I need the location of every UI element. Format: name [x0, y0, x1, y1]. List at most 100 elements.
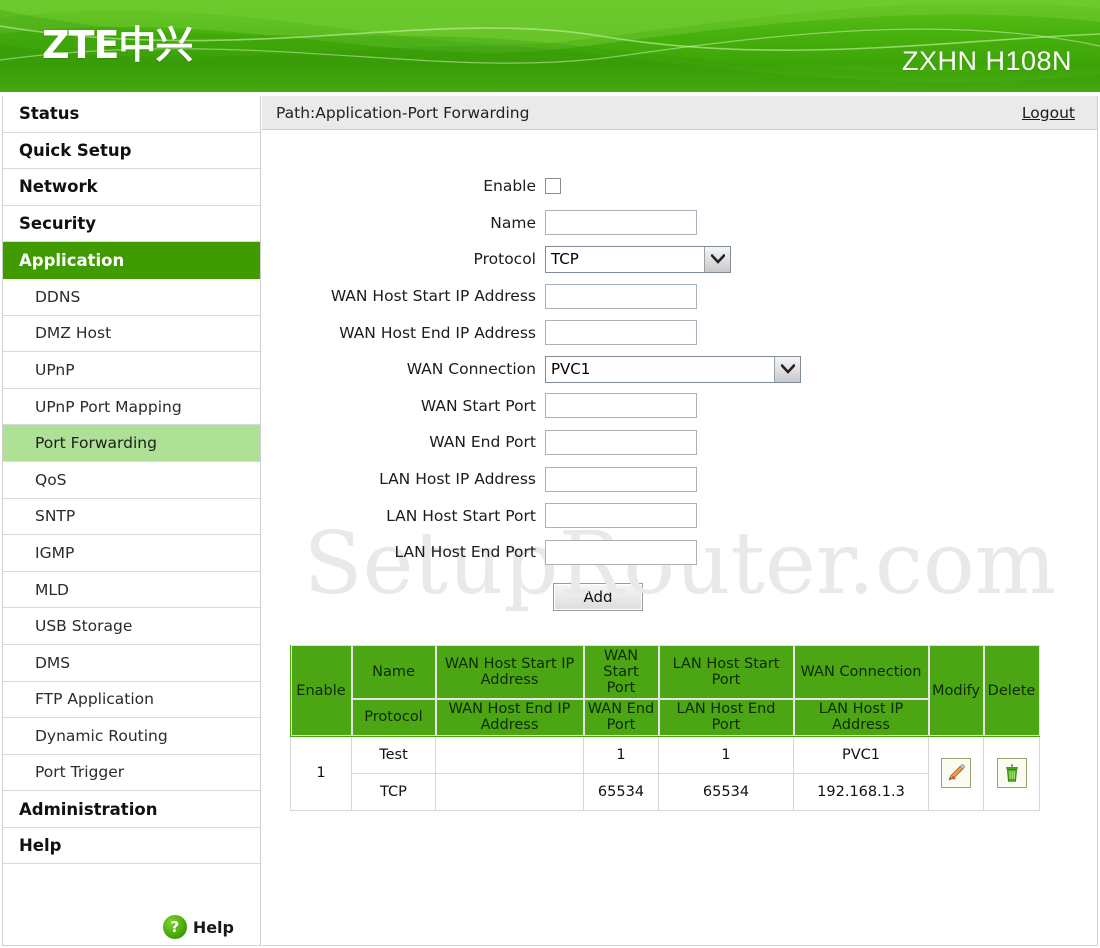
sidebar-item-label: DDNS — [35, 287, 81, 306]
port-forwarding-form: Enable Name Protocol TCP WAN Host Start IP A… — [262, 130, 1097, 571]
cell-wan-end-port: 65534 — [583, 772, 659, 811]
form-row-wan-host-start-ip-address: WAN Host Start IP Address — [262, 278, 1097, 315]
form-row-wan-end-port: WAN End Port — [262, 424, 1097, 461]
router-admin-page: ZTE中兴 ZXHN H108N Status Quick Setup Networ… — [0, 0, 1100, 948]
sidebar-item-status[interactable]: Status — [3, 96, 260, 133]
wan-start-port-input[interactable] — [545, 393, 697, 419]
header-enable: Enable — [290, 644, 352, 737]
form-row-name: Name — [262, 205, 1097, 242]
lan-host-start-port-input[interactable] — [545, 503, 697, 529]
delete-cell — [983, 735, 1040, 811]
port-forwarding-table: Enable Name WAN Host Start IP Address WA… — [290, 644, 1040, 811]
sidebar-item-label: DMS — [35, 653, 71, 672]
sidebar-item-label: FTP Application — [35, 690, 154, 709]
lan-host-end-port-input[interactable] — [545, 539, 697, 565]
control-wrap-lan-host-end-port — [545, 539, 697, 565]
sidebar-item-list: Status Quick Setup Network Security Applicat… — [3, 96, 260, 905]
control-wrap-wan-host-start-ip-address — [545, 283, 697, 309]
port-forwarding-table-wrap: Enable Name WAN Host Start IP Address WA… — [262, 644, 1097, 811]
header-wan-start-port: WAN Start Port — [583, 644, 659, 700]
label-wan-start-port: WAN Start Port — [420, 396, 536, 415]
wan-connection-select[interactable]: PVC1 — [545, 355, 801, 383]
sidebar-nav: Status Quick Setup Network Security Applicat… — [2, 96, 261, 946]
sidebar-item-qos[interactable]: QoS — [3, 461, 260, 499]
sidebar-item-sntp[interactable]: SNTP — [3, 498, 260, 536]
control-wrap-wan-start-port — [545, 393, 697, 419]
sidebar-item-label: Administration — [19, 799, 158, 819]
cell-enable: 1 — [290, 735, 352, 811]
cell-wan-connection: PVC1 — [793, 735, 929, 774]
sidebar-item-dynamic-routing[interactable]: Dynamic Routing — [3, 718, 260, 755]
sidebar-spacer — [3, 864, 260, 905]
question-mark-icon: ? — [162, 915, 187, 939]
table-header-row-1: Enable Name WAN Host Start IP Address WA… — [290, 644, 1040, 737]
sidebar-item-label: UPnP — [35, 360, 75, 379]
control-wrap-wan-host-end-ip-address — [545, 320, 697, 346]
label-lan-host-start-port: LAN Host Start Port — [386, 506, 536, 525]
form-row-lan-host-ip-address: LAN Host IP Address — [262, 461, 1097, 498]
sidebar-item-mld[interactable]: MLD — [3, 571, 260, 609]
logout-link[interactable]: Logout — [1022, 104, 1075, 122]
form-row-wan-host-end-ip-address: WAN Host End IP Address — [262, 314, 1097, 351]
wan-host-start-ip-address-input[interactable] — [545, 283, 697, 309]
trash-icon[interactable] — [996, 758, 1027, 789]
form-row-wan-start-port: WAN Start Port — [262, 388, 1097, 425]
header-name: Name — [351, 644, 436, 700]
form-row-lan-host-end-port: LAN Host End Port — [262, 534, 1097, 571]
pencil-icon[interactable] — [941, 758, 971, 789]
sidebar-item-label: SNTP — [35, 507, 76, 526]
sidebar-item-label: USB Storage — [35, 617, 133, 636]
sidebar-item-label: DMZ Host — [35, 324, 112, 343]
add-button-row: Add — [262, 582, 1097, 611]
sidebar-item-dms[interactable]: DMS — [3, 644, 260, 682]
sidebar-item-igmp[interactable]: IGMP — [3, 535, 260, 572]
sidebar-item-port-forwarding[interactable]: Port Forwarding — [3, 425, 260, 462]
header-wan-host-start-ip: WAN Host Start IP Address — [435, 644, 584, 700]
sidebar-item-label: QoS — [35, 470, 67, 489]
sidebar-item-application[interactable]: Application — [3, 242, 260, 279]
add-button[interactable]: Add — [553, 582, 643, 611]
wan-host-end-ip-address-input[interactable] — [545, 320, 697, 346]
sidebar-item-upnp[interactable]: UPnP — [3, 352, 260, 389]
enable-checkbox[interactable] — [545, 178, 561, 195]
breadcrumb: Path:Application-Port Forwarding — [276, 103, 530, 122]
sidebar-item-label: IGMP — [35, 543, 75, 562]
protocol-selected-value: TCP — [551, 250, 579, 269]
table-body: 1 Test 1 1 PVC1 TCP 65534 65534 192.168.1.3 — [290, 735, 1040, 811]
sidebar-help-link[interactable]: ? Help — [3, 915, 262, 939]
sidebar-item-upnp-port-mapping[interactable]: UPnP Port Mapping — [3, 388, 260, 426]
sidebar-item-ftp-application[interactable]: FTP Application — [3, 681, 260, 719]
label-wan-host-end-ip-address: WAN Host End IP Address — [339, 323, 536, 342]
sidebar-item-help[interactable]: Help — [3, 827, 260, 865]
sidebar-item-administration[interactable]: Administration — [3, 791, 260, 828]
control-wrap-wan-end-port — [545, 429, 697, 455]
sidebar-item-dmz-host[interactable]: DMZ Host — [3, 315, 260, 353]
breadcrumb-bar: Path:Application-Port Forwarding Logout — [262, 96, 1097, 130]
sidebar-item-security[interactable]: Security — [3, 205, 260, 243]
sidebar-item-label: MLD — [35, 580, 69, 599]
sidebar-item-label: Status — [19, 104, 80, 124]
form-row-protocol: Protocol TCP — [262, 241, 1097, 278]
sidebar-item-usb-storage[interactable]: USB Storage — [3, 608, 260, 645]
cell-wan-start-port: 1 — [583, 735, 659, 774]
table-row-secondary: TCP 65534 65534 192.168.1.3 — [291, 772, 1040, 811]
wan-connection-selected-value: PVC1 — [551, 360, 591, 379]
cell-protocol: TCP — [351, 772, 436, 811]
sidebar-item-port-trigger[interactable]: Port Trigger — [3, 754, 260, 792]
name-input[interactable] — [545, 210, 697, 236]
label-wan-host-start-ip-address: WAN Host Start IP Address — [330, 287, 536, 306]
form-row-enable: Enable — [262, 168, 1097, 205]
brand-logo: ZTE中兴 — [42, 23, 193, 67]
sidebar-item-network[interactable]: Network — [3, 169, 260, 206]
sidebar-item-label: Security — [19, 214, 97, 234]
help-label: Help — [192, 917, 234, 937]
protocol-select[interactable]: TCP — [545, 245, 731, 273]
lan-host-ip-address-input[interactable] — [545, 466, 697, 492]
sidebar-item-label: UPnP Port Mapping — [35, 397, 182, 416]
sidebar-item-ddns[interactable]: DDNS — [3, 278, 260, 316]
sidebar-item-quick-setup[interactable]: Quick Setup — [3, 132, 260, 170]
header-delete: Delete — [983, 644, 1040, 737]
cell-name: Test — [351, 735, 436, 774]
chevron-down-icon — [774, 356, 800, 382]
wan-end-port-input[interactable] — [545, 429, 697, 455]
